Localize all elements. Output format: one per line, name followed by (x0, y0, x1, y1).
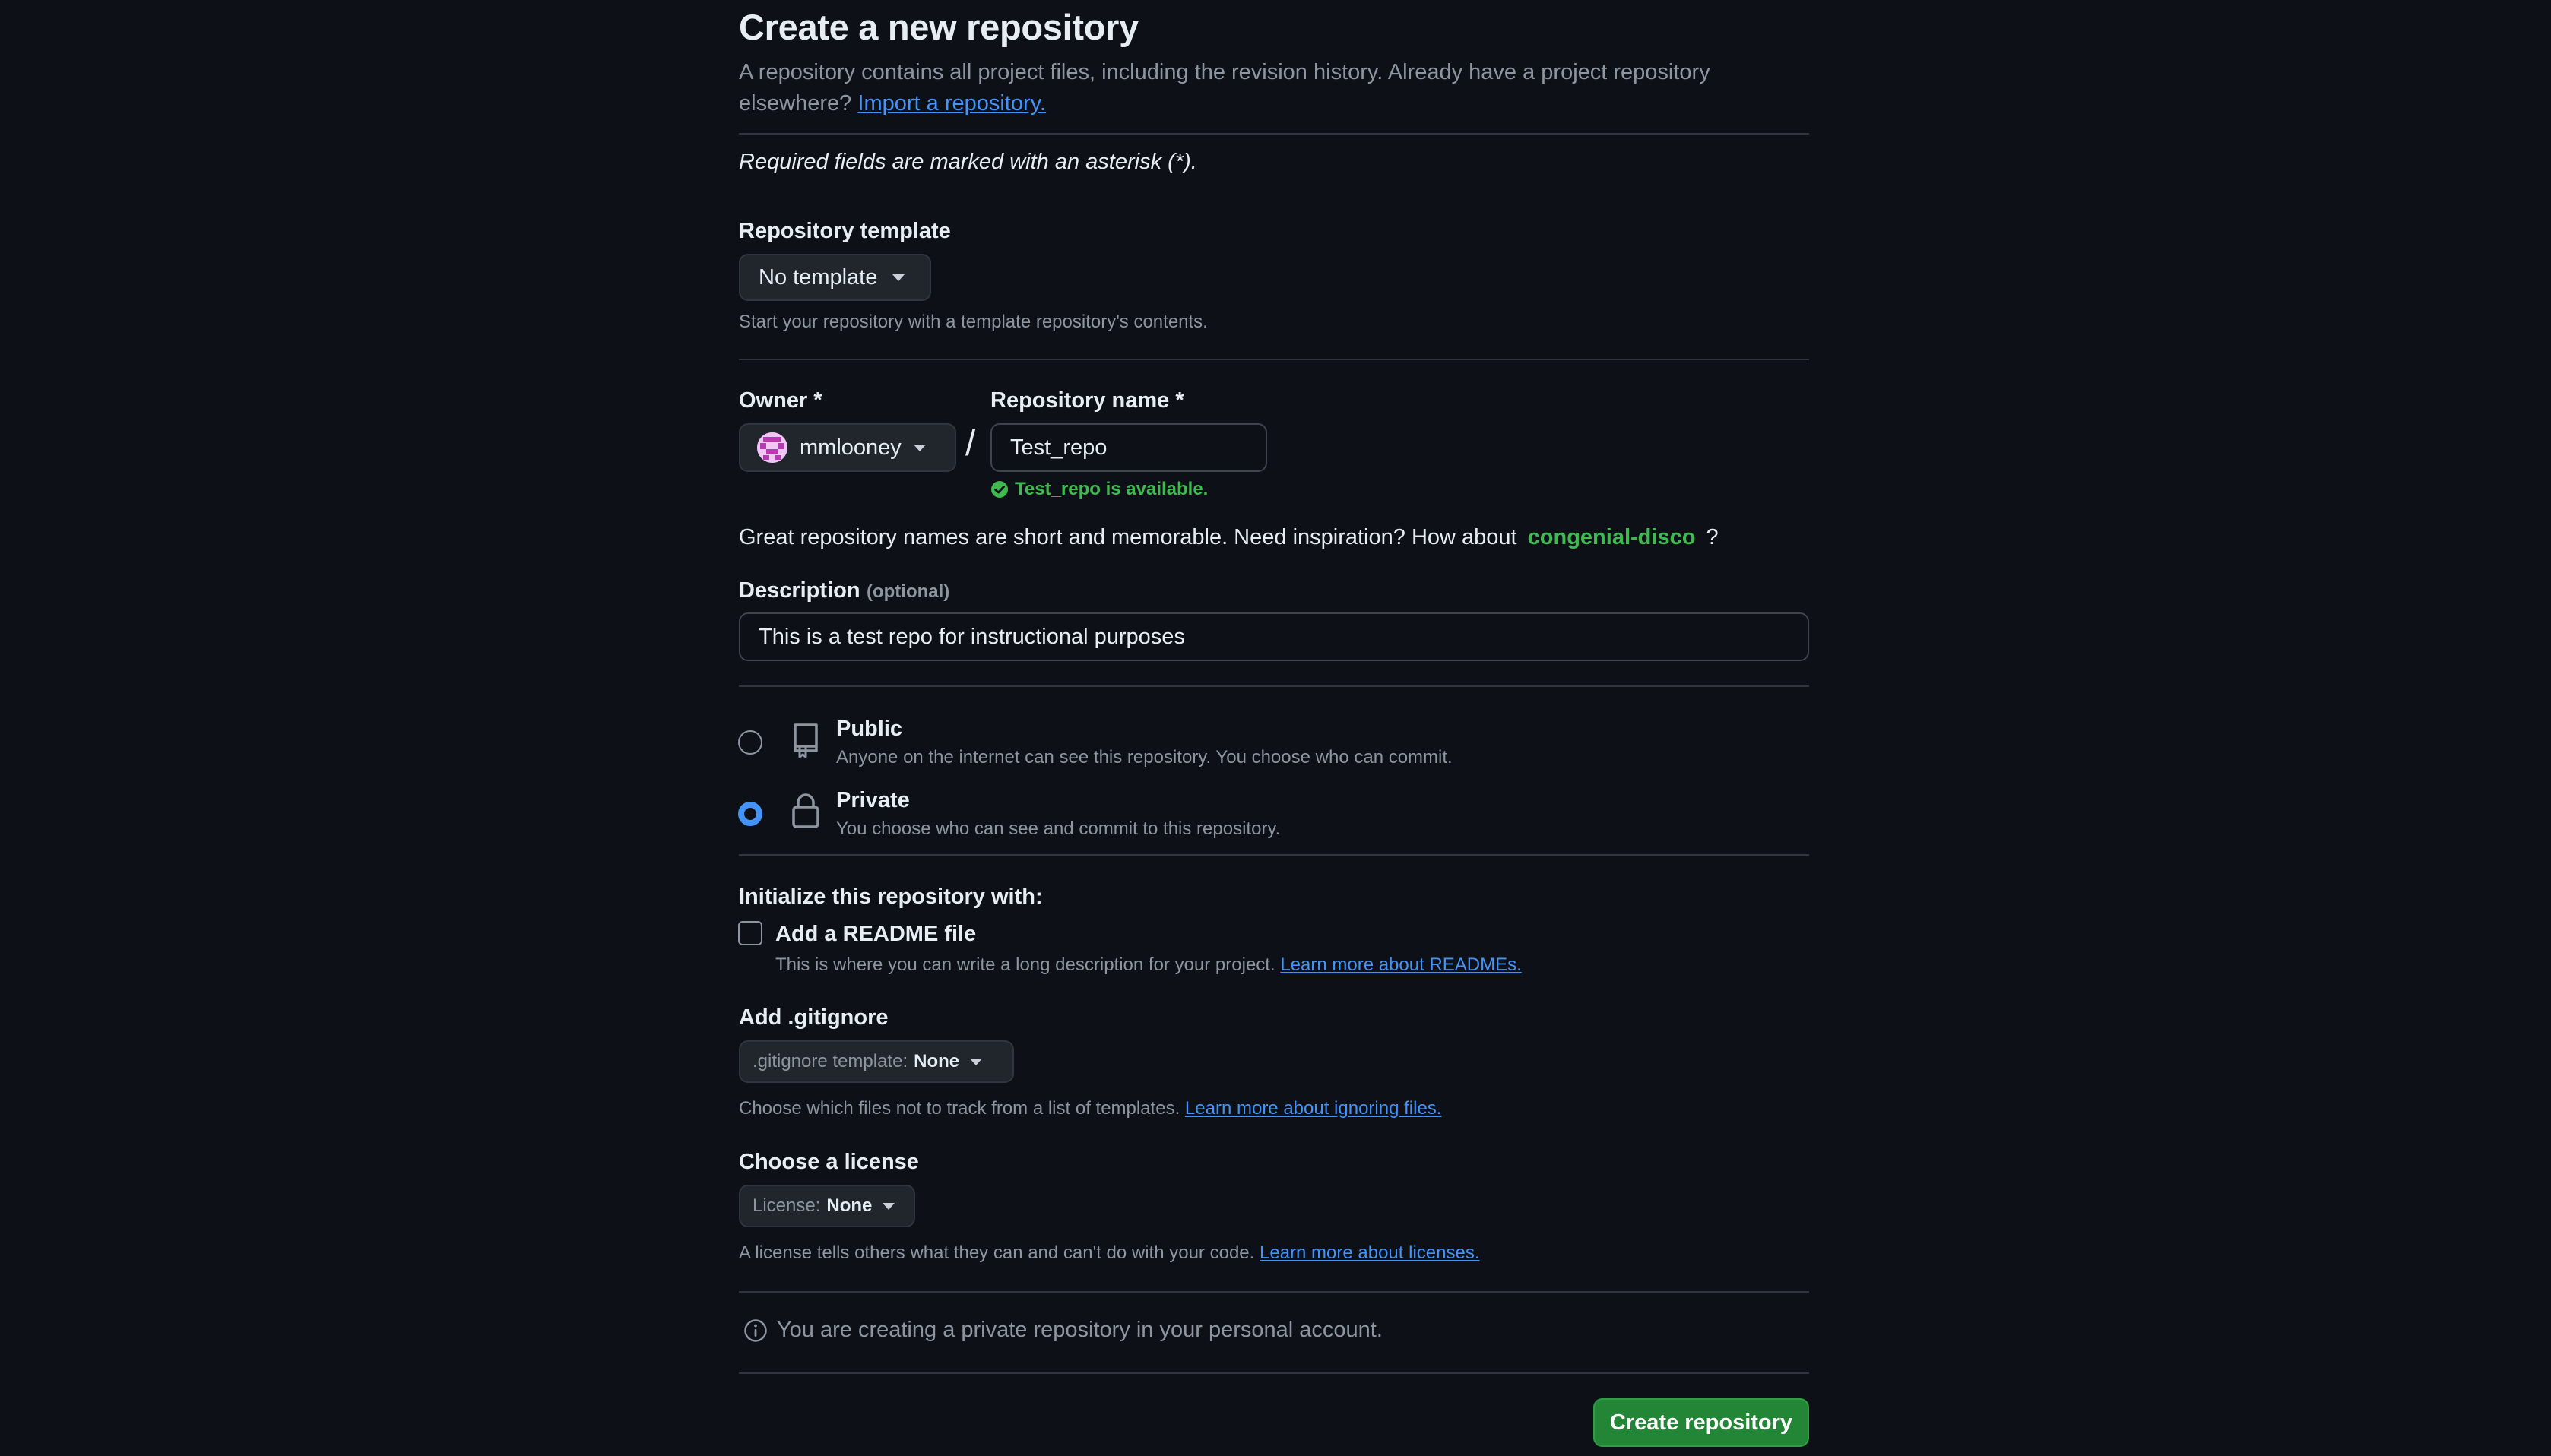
divider (739, 1372, 1809, 1374)
readme-label[interactable]: Add a README file (775, 922, 976, 947)
license-dropdown[interactable]: License: None (739, 1185, 915, 1227)
private-radio[interactable] (738, 802, 762, 826)
template-dropdown[interactable]: No template (739, 254, 931, 301)
license-help: A license tells others what they can and… (739, 1242, 1255, 1263)
chevron-down-icon (913, 444, 926, 451)
gitignore-heading: Add .gitignore (739, 1005, 889, 1030)
public-title[interactable]: Public (836, 717, 902, 742)
gitignore-prefix: .gitignore template: (753, 1051, 908, 1071)
repo-name-value: Test_repo (1010, 435, 1108, 460)
private-desc: You choose who can see and commit to thi… (836, 818, 1281, 839)
owner-repo-separator: / (965, 423, 976, 464)
public-desc: Anyone on the internet can see this repo… (836, 747, 1453, 768)
create-repo-page: Create a new repository A repository con… (0, 0, 2551, 1456)
readme-help: This is where you can write a long descr… (775, 954, 1276, 975)
license-heading: Choose a license (739, 1150, 919, 1174)
repo-icon (794, 723, 818, 758)
divider (739, 685, 1809, 687)
owner-label: Owner * (739, 388, 822, 413)
private-title[interactable]: Private (836, 788, 910, 813)
readme-checkbox[interactable] (738, 921, 762, 945)
owner-selected: mmlooney (800, 435, 902, 460)
page-lead: A repository contains all project files,… (739, 57, 1818, 119)
info-icon (744, 1318, 767, 1342)
readme-learn-more-link[interactable]: Learn more about READMEs. (1280, 954, 1521, 975)
divider (739, 359, 1809, 360)
repo-name-label: Repository name * (990, 388, 1184, 413)
divider (739, 1291, 1809, 1293)
readme-help-line: This is where you can write a long descr… (775, 954, 1522, 976)
initialize-heading: Initialize this repository with: (739, 885, 1043, 909)
template-help: Start your repository with a template re… (739, 312, 1208, 332)
lock-icon (792, 793, 819, 828)
public-radio[interactable] (738, 730, 762, 755)
avatar (757, 432, 787, 463)
create-repository-button[interactable]: Create repository (1593, 1398, 1809, 1447)
suggestion-link[interactable]: congenial-disco (1528, 525, 1696, 549)
chevron-down-icon (892, 274, 905, 281)
divider (739, 854, 1809, 856)
description-input[interactable]: This is a test repo for instructional pu… (739, 612, 1809, 661)
inspiration-line: Great repository names are short and mem… (739, 525, 1719, 550)
check-circle-icon (991, 481, 1008, 498)
gitignore-help-line: Choose which files not to track from a l… (739, 1098, 1441, 1119)
notice-text: You are creating a private repository in… (777, 1318, 1383, 1342)
repo-name-input[interactable]: Test_repo (990, 423, 1267, 472)
description-label: Description (739, 578, 860, 603)
divider (739, 133, 1809, 135)
availability-text: Test_repo is available. (1015, 479, 1209, 499)
owner-dropdown[interactable]: mmlooney (739, 423, 956, 472)
chevron-down-icon (883, 1202, 895, 1210)
gitignore-dropdown[interactable]: .gitignore template: None (739, 1040, 1014, 1083)
license-help-line: A license tells others what they can and… (739, 1242, 1479, 1264)
private-notice: You are creating a private repository in… (743, 1318, 1383, 1343)
template-selected: No template (759, 264, 878, 290)
description-value: This is a test repo for instructional pu… (759, 624, 1185, 649)
chevron-down-icon (970, 1058, 983, 1065)
license-prefix: License: (753, 1195, 821, 1216)
gitignore-learn-more-link[interactable]: Learn more about ignoring files. (1185, 1098, 1442, 1119)
template-label: Repository template (739, 219, 951, 243)
suggestion-suffix: ? (1706, 525, 1719, 549)
required-fields-note: Required fields are marked with an aster… (739, 150, 1197, 174)
license-value: None (826, 1195, 873, 1216)
availability-status: Test_repo is available. (990, 479, 1208, 500)
description-label-row: Description (optional) (739, 578, 949, 603)
import-repository-link[interactable]: Import a repository. (857, 91, 1046, 116)
inspiration-text: Great repository names are short and mem… (739, 525, 1517, 549)
gitignore-help: Choose which files not to track from a l… (739, 1098, 1180, 1119)
gitignore-value: None (914, 1051, 960, 1071)
optional-tag: (optional) (866, 581, 950, 602)
page-title: Create a new repository (739, 7, 1139, 47)
license-learn-more-link[interactable]: Learn more about licenses. (1260, 1242, 1480, 1263)
